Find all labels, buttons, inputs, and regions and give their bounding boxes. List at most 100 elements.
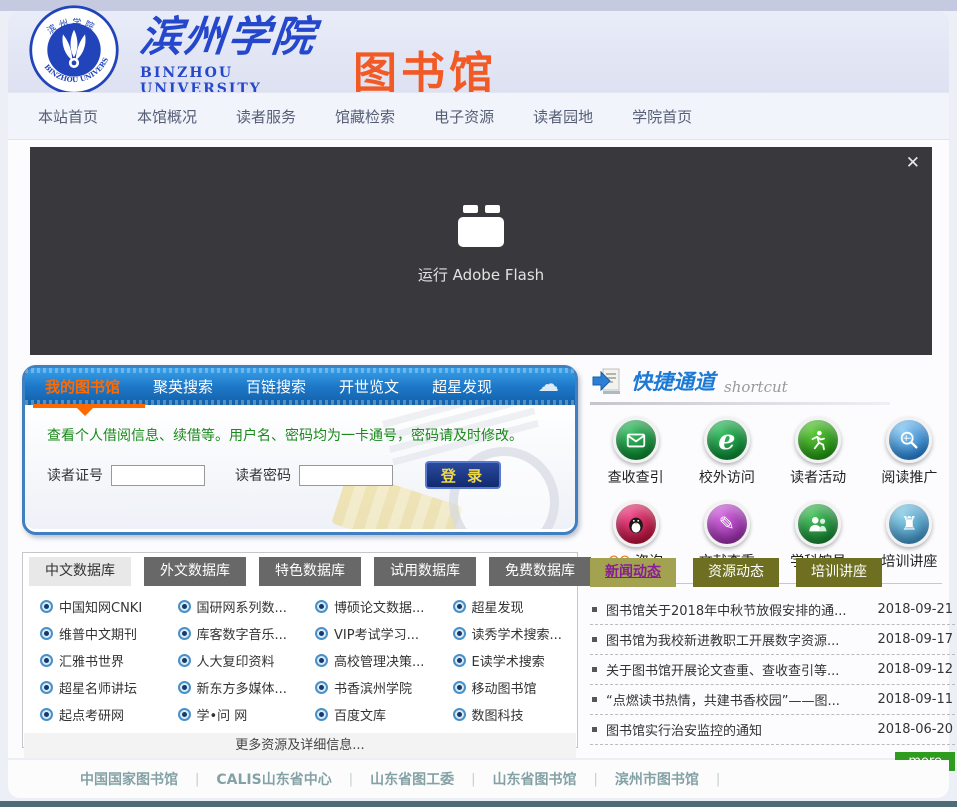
database-link[interactable]: 超星名师讲坛 — [25, 674, 163, 701]
news-link[interactable]: 图书馆关于2018年中秋节放假安排的通... — [606, 600, 868, 619]
news-link[interactable]: “点燃读书热情，共建书香校园”——图... — [606, 690, 868, 709]
radio-bullet-icon — [453, 600, 466, 613]
database-link[interactable]: 中国知网CNKI — [25, 593, 163, 620]
database-link[interactable]: 汇雅书世界 — [25, 647, 163, 674]
news-panel: 新闻动态 资源动态 培训讲座 图书馆关于2018年中秋节放假安排的通... 20… — [590, 558, 955, 771]
shortcut-panel: 快捷通道 shortcut 查收查引 e 校外访问 读者活动 — [590, 366, 955, 584]
tab-foreign-databases[interactable]: 外文数据库 — [144, 557, 246, 586]
flash-banner-placeholder[interactable]: ✕ 运行 Adobe Flash — [30, 147, 932, 355]
arrow-document-icon — [592, 368, 622, 396]
footer-link-calis-shandong[interactable]: CALIS山东省中心 — [216, 769, 331, 789]
envelope-icon — [613, 417, 659, 463]
database-link[interactable]: 超星发现 — [438, 593, 576, 620]
castle-icon: ♜ — [886, 501, 932, 547]
nav-item-reader-corner[interactable]: 读者园地 — [533, 106, 593, 127]
radio-bullet-icon — [453, 681, 466, 694]
brand-block: 滨州学院 BINZHOU UNIVERSITY — [140, 11, 350, 97]
tab-training-lectures[interactable]: 培训讲座 — [796, 558, 882, 587]
database-link[interactable]: 数图科技 — [438, 701, 576, 728]
tab-juying-search[interactable]: 聚英搜索 — [153, 376, 213, 397]
database-link[interactable]: 学•问 网 — [163, 701, 301, 728]
site-header: BINZHOU UNIVERSITY 滨 州 学 院 滨州学院 BINZHOU … — [8, 11, 949, 92]
bullet-icon — [592, 667, 597, 672]
radio-bullet-icon — [453, 654, 466, 667]
shortcut-reader-activities[interactable]: 读者活动 — [773, 417, 864, 487]
nav-item-e-resources[interactable]: 电子资源 — [434, 106, 494, 127]
radio-bullet-icon — [178, 681, 191, 694]
radio-bullet-icon — [40, 627, 53, 640]
login-button[interactable]: 登 录 — [425, 461, 501, 489]
reader-id-input[interactable] — [111, 465, 205, 486]
tab-chaoxing-discovery[interactable]: 超星发现 — [432, 376, 492, 397]
shortcut-title-cn: 快捷通道 — [631, 366, 715, 396]
radio-bullet-icon — [178, 708, 191, 721]
database-link[interactable]: 百度文库 — [300, 701, 438, 728]
tab-chinese-databases[interactable]: 中文数据库 — [29, 557, 131, 586]
database-link[interactable]: 库客数字音乐... — [163, 620, 301, 647]
tab-news[interactable]: 新闻动态 — [590, 558, 676, 587]
footer-links-bar: 中国国家图书馆| CALIS山东省中心| 山东省图工委| 山东省图书馆| 滨州市… — [8, 760, 949, 798]
database-link[interactable]: E读学术搜索 — [438, 647, 576, 674]
radio-bullet-icon — [315, 627, 328, 640]
tab-kaishi-lanwen[interactable]: 开世览文 — [339, 376, 399, 397]
database-link[interactable]: 新东方多媒体... — [163, 674, 301, 701]
database-link[interactable]: 国研网系列数... — [163, 593, 301, 620]
shortcut-citation-check[interactable]: 查收查引 — [590, 417, 681, 487]
news-row: 关于图书馆开展论文查重、查收查引等... 2018-09-12 — [590, 655, 955, 685]
reader-password-label: 读者密码 — [235, 465, 291, 485]
database-link[interactable]: 人大复印资料 — [163, 647, 301, 674]
database-list: 中国知网CNKI 国研网系列数... 博硕论文数据... 超星发现 维普中文期刊… — [23, 586, 577, 730]
database-link[interactable]: 博硕论文数据... — [300, 593, 438, 620]
footer-link-shandong-library-committee[interactable]: 山东省图工委 — [370, 769, 454, 789]
database-link[interactable]: 移动图书馆 — [438, 674, 576, 701]
news-link[interactable]: 图书馆实行治安监控的通知 — [606, 720, 868, 739]
nav-item-university-home[interactable]: 学院首页 — [632, 106, 692, 127]
nav-item-catalog-search[interactable]: 馆藏检索 — [335, 106, 395, 127]
database-link[interactable]: VIP考试学习... — [300, 620, 438, 647]
ie-browser-icon: e — [704, 417, 750, 463]
close-icon[interactable]: ✕ — [906, 153, 920, 173]
shortcut-divider — [590, 402, 890, 405]
radio-bullet-icon — [178, 600, 191, 613]
radio-bullet-icon — [453, 708, 466, 721]
radio-bullet-icon — [178, 627, 191, 640]
footer-link-binzhou-city-library[interactable]: 滨州市图书馆 — [615, 769, 699, 789]
database-link[interactable]: 高校管理决策... — [300, 647, 438, 674]
login-notice: 查看个人借阅信息、续借等。用户名、密码均为一卡通号，密码请及时修改。 — [47, 425, 575, 445]
more-resources-link[interactable]: 更多资源及详细信息... — [24, 733, 576, 758]
news-tabs: 新闻动态 资源动态 培训讲座 — [590, 558, 955, 587]
tab-free-databases[interactable]: 免费数据库 — [489, 557, 591, 586]
database-link[interactable]: 维普中文期刊 — [25, 620, 163, 647]
university-logo[interactable]: BINZHOU UNIVERSITY 滨 州 学 院 — [28, 4, 120, 96]
nav-item-home[interactable]: 本站首页 — [38, 106, 98, 127]
database-link[interactable]: 书香滨州学院 — [300, 674, 438, 701]
tab-special-databases[interactable]: 特色数据库 — [259, 557, 361, 586]
shortcut-reading-promotion[interactable]: 阅读推广 — [864, 417, 955, 487]
radio-bullet-icon — [40, 681, 53, 694]
footer-link-national-library[interactable]: 中国国家图书馆 — [80, 769, 178, 789]
footer-link-shandong-library[interactable]: 山东省图书馆 — [493, 769, 577, 789]
news-link[interactable]: 关于图书馆开展论文查重、查收查引等... — [606, 660, 868, 679]
tab-bailian-search[interactable]: 百链搜索 — [246, 376, 306, 397]
database-link[interactable]: 起点考研网 — [25, 701, 163, 728]
radio-bullet-icon — [315, 600, 328, 613]
news-date: 2018-06-20 — [877, 722, 953, 737]
tab-trial-databases[interactable]: 试用数据库 — [374, 557, 476, 586]
university-seal-icon: BINZHOU UNIVERSITY 滨 州 学 院 — [28, 4, 120, 96]
reader-password-input[interactable] — [299, 465, 393, 486]
tab-my-library[interactable]: 我的图书馆 — [45, 376, 120, 397]
tab-resource-updates[interactable]: 资源动态 — [693, 558, 779, 587]
database-link[interactable]: 读秀学术搜索... — [438, 620, 576, 647]
main-nav: 本站首页 本馆概况 读者服务 馆藏检索 电子资源 读者园地 学院首页 — [8, 92, 949, 140]
bullet-icon — [592, 637, 597, 642]
shortcut-offcampus-access[interactable]: e 校外访问 — [681, 417, 772, 487]
radio-bullet-icon — [178, 654, 191, 667]
flash-run-prompt[interactable]: 运行 Adobe Flash — [30, 205, 932, 285]
divider: | — [349, 772, 353, 787]
active-tab-arrow-icon — [77, 408, 93, 424]
radio-bullet-icon — [40, 708, 53, 721]
nav-item-reader-services[interactable]: 读者服务 — [236, 106, 296, 127]
nav-item-about[interactable]: 本馆概况 — [137, 106, 197, 127]
news-link[interactable]: 图书馆为我校新进教职工开展数字资源... — [606, 630, 868, 649]
divider: | — [195, 772, 199, 787]
